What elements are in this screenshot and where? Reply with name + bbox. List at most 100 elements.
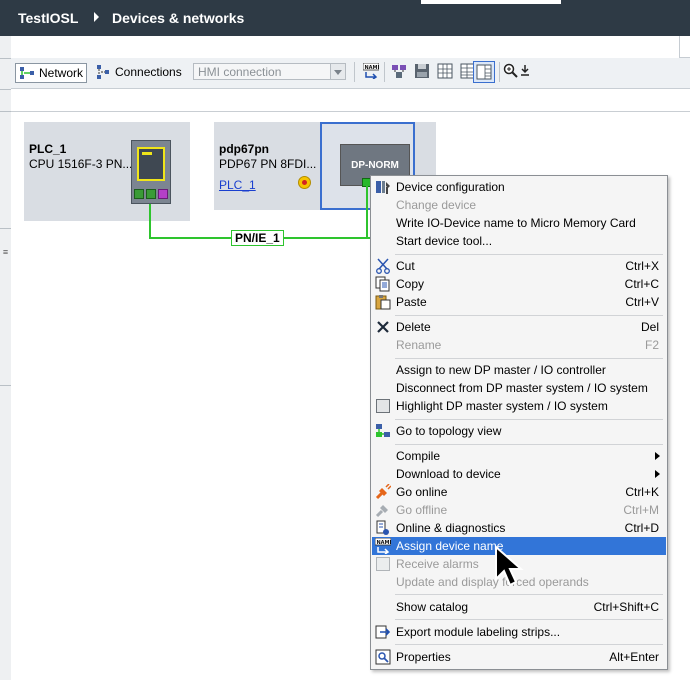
menu-separator [395, 594, 663, 595]
menu-item-label: Receive alarms [396, 557, 479, 571]
menu-item-assign-new-master[interactable]: Assign to new DP master / IO controller [372, 361, 666, 379]
highlight-network-icon[interactable] [391, 63, 407, 79]
network-icon [20, 67, 34, 79]
connections-button-label: Connections [115, 65, 182, 79]
menu-item-highlight-master[interactable]: Highlight DP master system / IO system [372, 397, 666, 415]
view-switch-box[interactable] [679, 36, 690, 58]
port-icon[interactable] [158, 189, 168, 199]
port-icon[interactable] [146, 189, 156, 199]
menu-item-shortcut: Ctrl+V [625, 295, 659, 309]
menu-item-label: Download to device [396, 467, 501, 481]
menu-separator [395, 315, 663, 316]
divider [0, 58, 11, 59]
menu-item-go-offline[interactable]: Go offline Ctrl+M [372, 501, 666, 519]
toolbar-separator [384, 62, 385, 82]
checkbox-icon [375, 556, 391, 572]
network-line[interactable] [366, 186, 368, 238]
paste-icon [375, 294, 391, 310]
download-icon[interactable] [520, 63, 536, 79]
menu-item-label: Write IO-Device name to Micro Memory Car… [396, 216, 636, 230]
menu-item-topology-view[interactable]: Go to topology view [372, 422, 666, 440]
menu-separator [395, 444, 663, 445]
menu-item-go-online[interactable]: Go online Ctrl+K [372, 483, 666, 501]
breadcrumb-section: Devices & networks [112, 10, 245, 26]
menu-item-label: Disconnect from DP master system / IO sy… [396, 381, 648, 395]
export-icon [375, 624, 391, 640]
menu-separator [395, 358, 663, 359]
menu-item-shortcut: Ctrl+M [623, 503, 659, 517]
context-menu: Device configuration Change device Write… [370, 175, 668, 670]
left-strip-header [0, 0, 11, 36]
editor-title-bar: TestIOSL Devices & networks [11, 0, 690, 36]
cut-icon [375, 258, 391, 274]
menu-item-show-catalog[interactable]: Show catalog Ctrl+Shift+C [372, 598, 666, 616]
checkbox-icon [375, 398, 391, 414]
svg-text:NAME: NAME [377, 540, 392, 546]
breadcrumb-separator-icon [94, 12, 99, 22]
menu-item-change-device[interactable]: Change device [372, 196, 666, 214]
menu-item-start-device-tool[interactable]: Start device tool... [372, 232, 666, 250]
subnet-label[interactable]: PN/IE_1 [231, 230, 284, 246]
delete-icon [375, 319, 391, 335]
toolbar-separator [499, 62, 500, 82]
menu-item-rename[interactable]: Rename F2 [372, 336, 666, 354]
plc-device-icon[interactable] [131, 140, 171, 204]
menu-item-paste[interactable]: Paste Ctrl+V [372, 293, 666, 311]
resize-grip-icon[interactable]: ≡ [0, 248, 11, 262]
editor-header-strip [11, 36, 690, 58]
submenu-arrow-icon [655, 452, 660, 460]
go-offline-icon [375, 502, 391, 518]
zoom-icon[interactable] [503, 63, 519, 79]
menu-item-label: Online & diagnostics [396, 521, 506, 535]
menu-item-cut[interactable]: Cut Ctrl+X [372, 257, 666, 275]
menu-item-shortcut: Ctrl+X [625, 259, 659, 273]
grid-view-icon[interactable] [437, 63, 453, 79]
table-view-toggle[interactable] [473, 61, 495, 83]
title-bar-notch [421, 0, 561, 4]
connections-icon [97, 65, 109, 79]
menu-item-shortcut: Del [640, 320, 659, 334]
menu-item-label: Assign device name [396, 539, 504, 553]
menu-item-online-diagnostics[interactable]: Online & diagnostics Ctrl+D [372, 519, 666, 537]
network-view-toolbar: Network Connections HMI connection NAME [11, 58, 690, 89]
menu-item-delete[interactable]: Delete Del [372, 318, 666, 336]
menu-item-device-configuration[interactable]: Device configuration [372, 178, 666, 196]
menu-item-properties[interactable]: Properties Alt+Enter [372, 648, 666, 666]
controller-link[interactable]: PLC_1 [219, 178, 256, 192]
device-name: pdp67pn [219, 142, 269, 156]
device-type: PDP67 PN 8FDI... [219, 157, 317, 171]
menu-item-copy[interactable]: Copy Ctrl+C [372, 275, 666, 293]
network-button-label: Network [39, 66, 84, 80]
columns-view-icon [476, 64, 492, 80]
mouse-cursor-icon [495, 545, 524, 587]
menu-item-write-io-device-name[interactable]: Write IO-Device name to Micro Memory Car… [372, 214, 666, 232]
menu-item-label: Delete [396, 320, 431, 334]
network-line[interactable] [149, 204, 151, 238]
warning-status-icon [298, 176, 311, 189]
menu-item-label: Highlight DP master system / IO system [396, 399, 608, 413]
toolbar-separator [354, 62, 355, 82]
connections-button[interactable]: Connections [95, 63, 182, 81]
divider [0, 111, 11, 112]
menu-item-label: Rename [396, 338, 442, 352]
menu-item-download-to-device[interactable]: Download to device [372, 465, 666, 483]
divider [0, 89, 11, 90]
assign-name-icon: NAME [375, 538, 391, 554]
menu-item-disconnect-master[interactable]: Disconnect from DP master system / IO sy… [372, 379, 666, 397]
properties-icon [375, 649, 391, 665]
device-name: PLC_1 [29, 142, 67, 156]
breadcrumb-project[interactable]: TestIOSL [18, 10, 78, 26]
port-icon[interactable] [134, 189, 144, 199]
menu-item-export-labeling[interactable]: Export module labeling strips... [372, 623, 666, 641]
topology-icon [375, 423, 391, 439]
svg-text:NAME: NAME [365, 65, 380, 71]
assign-name-icon[interactable]: NAME [363, 63, 379, 79]
save-icon[interactable] [414, 63, 430, 79]
menu-item-compile[interactable]: Compile [372, 447, 666, 465]
menu-item-shortcut: Ctrl+D [624, 521, 659, 535]
diagnostics-icon [375, 520, 391, 536]
chevron-down-icon[interactable] [330, 64, 345, 79]
menu-item-shortcut: Ctrl+K [625, 485, 659, 499]
connection-type-select[interactable]: HMI connection [193, 63, 346, 80]
network-button[interactable]: Network [15, 63, 88, 83]
